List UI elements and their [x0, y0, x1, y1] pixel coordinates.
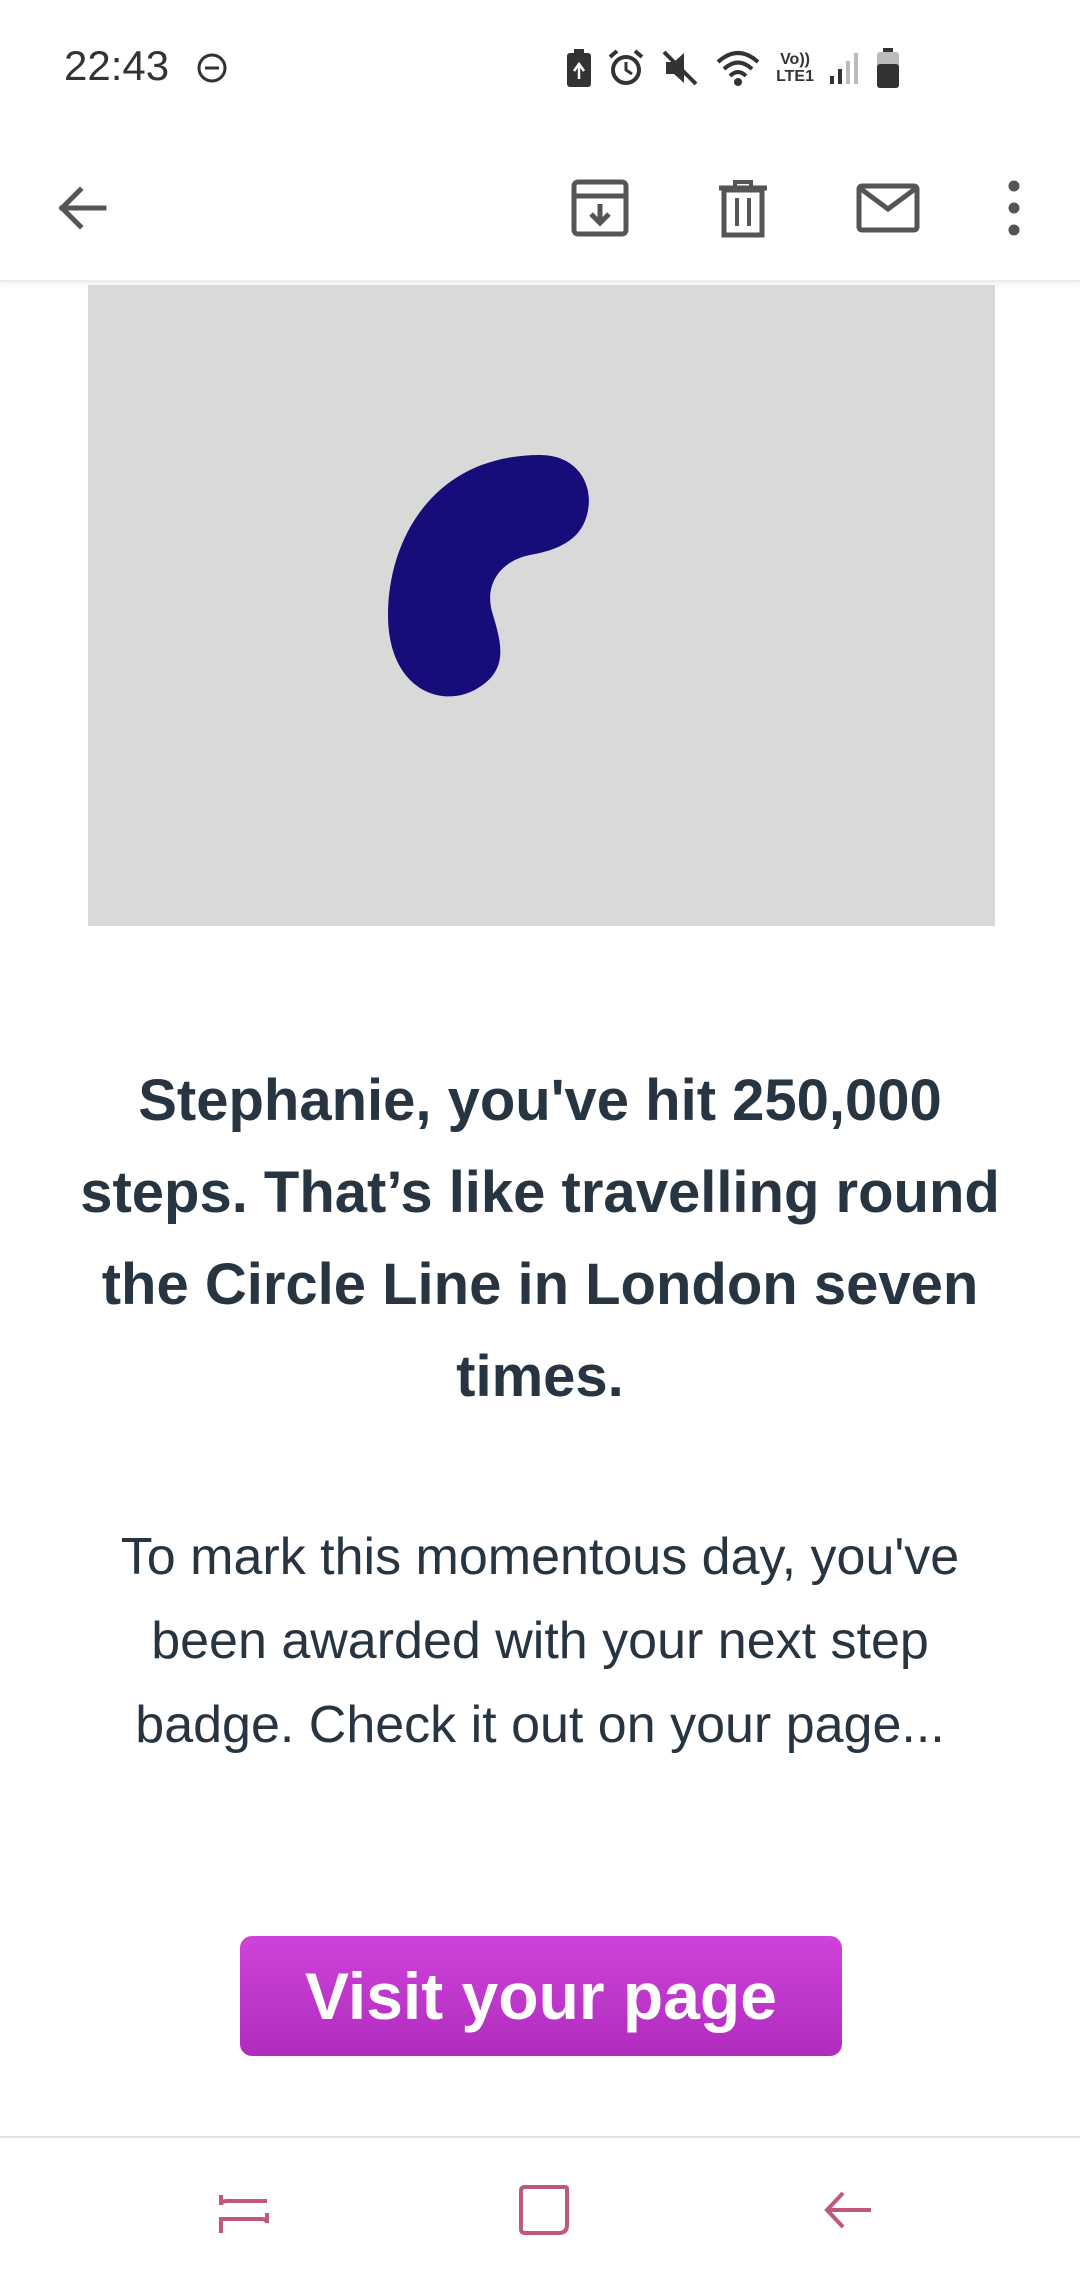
more-options-button[interactable] [974, 170, 1054, 250]
mail-icon [856, 183, 920, 238]
status-time: 22:43 [64, 42, 170, 89]
home-button[interactable] [504, 2172, 584, 2252]
alarm-icon [606, 48, 646, 88]
recents-icon [217, 2183, 271, 2242]
archive-icon [570, 178, 630, 243]
mark-unread-button[interactable] [848, 170, 928, 250]
home-icon [517, 2183, 571, 2242]
status-bar: 22:43 Vo)) LTE1 [0, 0, 1080, 140]
delete-icon [717, 178, 769, 243]
system-nav-bar [0, 2136, 1080, 2282]
mute-icon [660, 48, 700, 88]
do-not-disturb-icon [196, 52, 228, 89]
battery-saver-icon [566, 49, 592, 87]
delete-button[interactable] [703, 170, 783, 250]
volte-icon: Vo)) LTE1 [776, 51, 814, 85]
volte-label-top: Vo)) [780, 51, 810, 68]
visit-page-button[interactable]: Visit your page [240, 1936, 842, 2056]
wifi-icon [714, 48, 762, 88]
battery-icon [876, 48, 900, 88]
signal-icon [828, 50, 862, 86]
status-icons: Vo)) LTE1 [566, 44, 900, 92]
nav-back-button[interactable] [808, 2172, 888, 2252]
back-arrow-icon [54, 180, 110, 241]
volte-label-bottom: LTE1 [776, 68, 814, 85]
email-headline: Stephanie, you've hit 250,000 steps. Tha… [80, 1068, 1000, 1409]
back-button[interactable] [42, 170, 122, 250]
back-icon [821, 2183, 875, 2242]
email-toolbar [0, 140, 1080, 282]
email-body: To mark this momentous day, you've been … [120, 1528, 960, 1754]
hero-image [88, 285, 995, 926]
recents-button[interactable] [204, 2172, 284, 2252]
bean-shape [388, 455, 589, 697]
archive-button[interactable] [560, 170, 640, 250]
more-vert-icon [1004, 180, 1024, 241]
